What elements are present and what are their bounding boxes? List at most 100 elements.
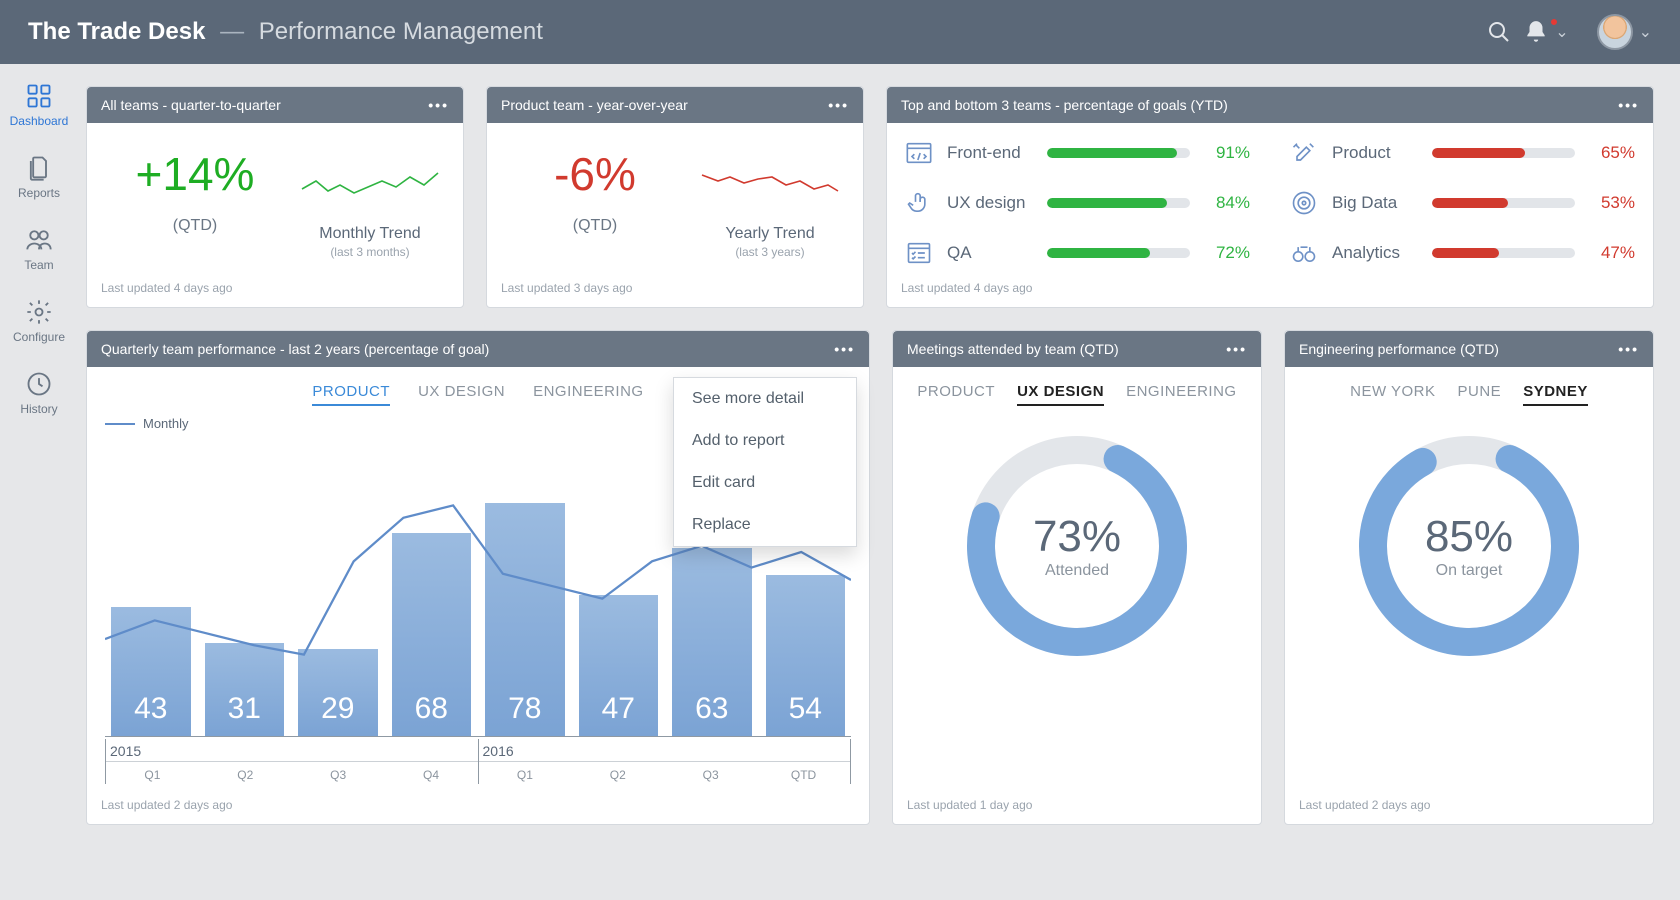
binoculars-icon — [1290, 239, 1318, 267]
card-menu-icon[interactable]: ••• — [1226, 341, 1247, 357]
card-top-bottom-teams: Top and bottom 3 teams - percentage of g… — [886, 86, 1654, 308]
sidebar-label: Dashboard — [10, 114, 69, 128]
card-menu-icon[interactable]: ••• — [828, 97, 849, 113]
team-name: QA — [947, 243, 1033, 263]
card-meetings: Meetings attended by team (QTD) ••• PROD… — [892, 330, 1262, 825]
sparkline — [300, 155, 440, 211]
tab-engineering[interactable]: ENGINEERING — [1126, 383, 1237, 406]
progress-bar — [1432, 248, 1575, 258]
sidebar-item-reports[interactable]: Reports — [0, 154, 78, 200]
progress-bar — [1432, 198, 1575, 208]
team-name: Product — [1332, 143, 1418, 163]
menu-item-edit-card[interactable]: Edit card — [674, 462, 856, 504]
year-label: 2015 — [106, 739, 478, 762]
card-footer: Last updated 3 days ago — [487, 273, 863, 307]
tab-ux-design[interactable]: UX DESIGN — [1017, 383, 1104, 406]
search-icon[interactable] — [1487, 20, 1511, 44]
sidebar-item-history[interactable]: History — [0, 370, 78, 416]
sidebar-item-configure[interactable]: Configure — [0, 298, 78, 344]
year-label: 2016 — [479, 739, 851, 762]
checklist-icon — [905, 239, 933, 267]
menu-item-add-report[interactable]: Add to report — [674, 420, 856, 462]
card-quarterly-performance: Quarterly team performance - last 2 year… — [86, 330, 870, 825]
metric-period: (QTD) — [105, 217, 285, 235]
metric-value: +14% — [105, 147, 285, 201]
card-footer: Last updated 2 days ago — [87, 790, 869, 824]
bottom-teams-column: Product 65% Big Data 53% — [1290, 139, 1635, 267]
progress-bar — [1047, 198, 1190, 208]
team-pct: 47% — [1589, 243, 1635, 263]
team-name: Analytics — [1332, 243, 1418, 263]
avatar — [1597, 14, 1633, 50]
team-row: QA 72% — [905, 239, 1250, 267]
menu-item-see-detail[interactable]: See more detail — [674, 378, 856, 420]
card-all-teams: All teams - quarter-to-quarter ••• +14% … — [86, 86, 464, 308]
bar: 78 — [485, 503, 565, 736]
card-product-team: Product team - year-over-year ••• -6% (Q… — [486, 86, 864, 308]
bar: 68 — [392, 533, 472, 736]
top-bar: The Trade Desk — Performance Management … — [0, 0, 1680, 64]
card-footer: Last updated 4 days ago — [87, 273, 463, 307]
bar: 43 — [111, 607, 191, 736]
card-title: Top and bottom 3 teams - percentage of g… — [901, 97, 1228, 113]
progress-bar — [1047, 148, 1190, 158]
card-menu-icon[interactable]: ••• — [834, 341, 855, 357]
trend-sub: (last 3 months) — [330, 245, 409, 259]
tab-pune[interactable]: PUNE — [1458, 383, 1502, 406]
card-footer: Last updated 1 day ago — [893, 790, 1261, 824]
donut-sub: Attended — [1033, 562, 1121, 580]
bar: 63 — [672, 548, 752, 736]
card-title: Engineering performance (QTD) — [1299, 341, 1499, 357]
donut-value: 73% — [1033, 512, 1121, 562]
team-name: Front-end — [947, 143, 1033, 163]
card-title: Meetings attended by team (QTD) — [907, 341, 1119, 357]
donut-sub: On target — [1425, 562, 1513, 580]
touch-icon — [905, 189, 933, 217]
team-row: Big Data 53% — [1290, 189, 1635, 217]
workspace: All teams - quarter-to-quarter ••• +14% … — [78, 64, 1680, 900]
page-section: Performance Management — [259, 18, 543, 45]
tab-engineering[interactable]: ENGINEERING — [533, 383, 644, 406]
card-menu-icon[interactable]: ••• — [1618, 341, 1639, 357]
brand-title: The Trade Desk — Performance Management — [28, 18, 543, 46]
team-pct: 91% — [1204, 143, 1250, 163]
tab-product[interactable]: PRODUCT — [917, 383, 995, 406]
code-icon — [905, 139, 933, 167]
legend-label: Monthly — [143, 416, 189, 431]
sidebar-label: Team — [24, 258, 53, 272]
sidebar-label: Configure — [13, 330, 65, 344]
brand-separator: — — [220, 18, 244, 45]
team-name: Big Data — [1332, 193, 1418, 213]
team-pct: 72% — [1204, 243, 1250, 263]
sidebar-label: History — [20, 402, 57, 416]
bar: 54 — [766, 575, 846, 736]
menu-item-replace[interactable]: Replace — [674, 504, 856, 546]
card-title: Quarterly team performance - last 2 year… — [101, 341, 489, 357]
metric-period: (QTD) — [505, 217, 685, 235]
card-engineering: Engineering performance (QTD) ••• NEW YO… — [1284, 330, 1654, 825]
tab-ux-design[interactable]: UX DESIGN — [418, 383, 505, 406]
card-context-menu: See more detail Add to report Edit card … — [673, 377, 857, 547]
chevron-down-icon: ⌄ — [1639, 22, 1652, 42]
metric-value: -6% — [505, 147, 685, 201]
tab-product[interactable]: PRODUCT — [312, 383, 390, 406]
tab-sydney[interactable]: SYDNEY — [1523, 383, 1588, 406]
top-teams-column: Front-end 91% UX design 84% — [905, 139, 1250, 267]
donut-value: 85% — [1425, 512, 1513, 562]
team-row: UX design 84% — [905, 189, 1250, 217]
trend-sub: (last 3 years) — [735, 245, 804, 259]
tab-new-york[interactable]: NEW YORK — [1350, 383, 1435, 406]
bar: 31 — [205, 643, 285, 736]
progress-bar — [1047, 248, 1190, 258]
team-name: UX design — [947, 193, 1033, 213]
card-menu-icon[interactable]: ••• — [1618, 97, 1639, 113]
x-axis: 2015 Q1 Q2 Q3 Q4 2016 Q1 — [105, 739, 851, 784]
progress-bar — [1432, 148, 1575, 158]
team-row: Front-end 91% — [905, 139, 1250, 167]
notifications-icon[interactable]: ⌄ — [1523, 19, 1568, 45]
sidebar-item-dashboard[interactable]: Dashboard — [0, 82, 78, 128]
card-menu-icon[interactable]: ••• — [428, 97, 449, 113]
user-menu[interactable]: ⌄ — [1579, 14, 1652, 50]
sidebar-item-team[interactable]: Team — [0, 226, 78, 272]
bar: 47 — [579, 595, 659, 736]
